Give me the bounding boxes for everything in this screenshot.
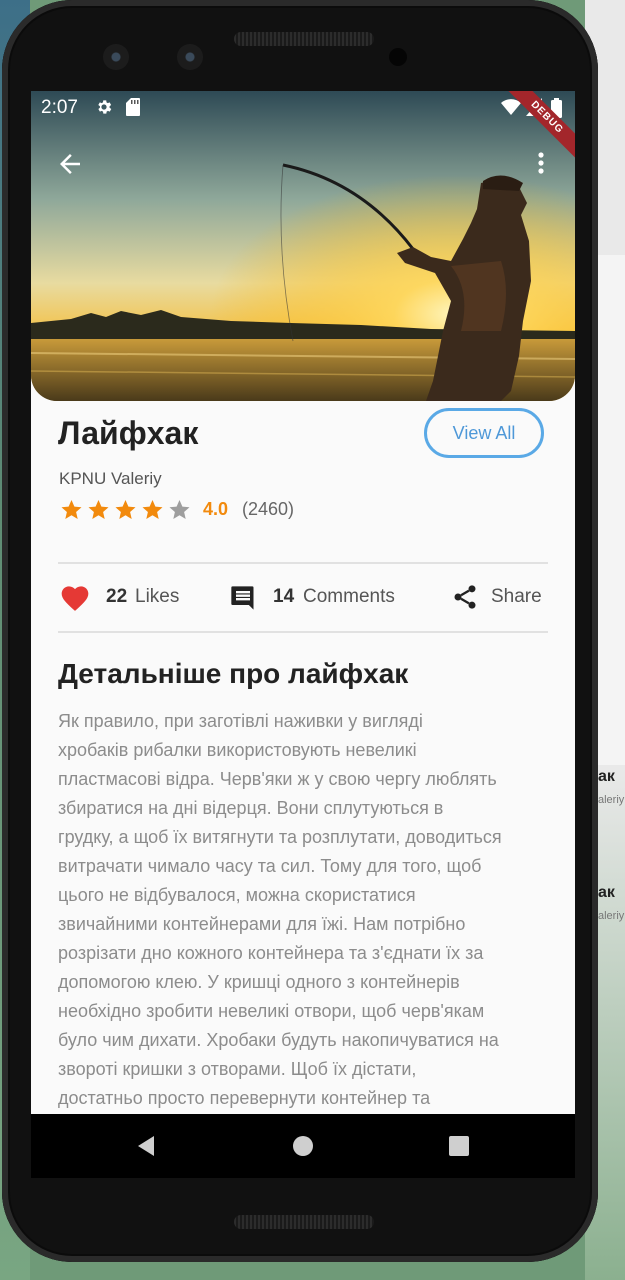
front-camera-icon	[103, 44, 129, 70]
heart-icon	[61, 586, 89, 611]
background-card	[595, 255, 625, 765]
likes-count: 22	[106, 586, 128, 607]
details-line: необхідно зробити невеликі отвори, щоб ч…	[58, 1001, 485, 1021]
status-bar: 2:07 DEBUG	[31, 91, 575, 166]
nav-home-button[interactable]	[283, 1114, 323, 1178]
like-action[interactable]: 22 Likes	[59, 580, 189, 616]
background-title-1: ак	[598, 768, 615, 785]
square-recents-icon	[449, 1136, 469, 1156]
likes-label: Likes	[135, 586, 180, 607]
back-button[interactable]	[55, 149, 85, 179]
circle-home-icon	[293, 1136, 313, 1156]
details-line: звороті кришки з отворами. Щоб їх дістат…	[58, 1059, 417, 1079]
triangle-back-icon	[138, 1136, 154, 1156]
star-empty-icon	[169, 500, 190, 519]
details-line: пластмасові відра. Черв'яки ж у свою чер…	[58, 769, 497, 789]
star-filled-icon	[142, 500, 163, 519]
earpiece-speaker	[234, 32, 374, 46]
share-label: Share	[491, 586, 542, 607]
settings-gear-icon	[95, 98, 113, 121]
comments-label: Comments	[303, 586, 395, 607]
navigation-bar	[31, 1114, 575, 1178]
divider	[58, 631, 548, 633]
background-author-2: aleriy	[598, 910, 625, 922]
view-all-button[interactable]: View All	[424, 408, 544, 458]
divider	[58, 562, 548, 564]
details-body: Як правило, при заготівлі наживки у вигл…	[58, 707, 553, 1113]
app-screen: 2:07 DEBUG Лайфхак View All KPNU Valeriy…	[31, 91, 575, 1114]
post-author: KPNU Valeriy	[59, 469, 162, 488]
rating-value: 4.0	[203, 499, 229, 519]
details-line: витрачати чимало часу та сил. Тому для т…	[58, 856, 482, 876]
nav-back-button[interactable]	[126, 1114, 166, 1178]
star-filled-icon	[88, 500, 109, 519]
background-author-1: aleriy	[598, 794, 625, 806]
arrow-left-icon	[60, 154, 80, 174]
sd-card-icon	[126, 98, 140, 121]
details-line: грудку, а щоб їх витягнути та розплутати…	[58, 827, 502, 847]
details-title: Детальніше про лайфхак	[58, 658, 409, 689]
share-action[interactable]: Share	[451, 580, 551, 616]
post-title: Лайфхак	[58, 415, 199, 451]
star-filled-icon	[115, 500, 136, 519]
details-line: звичайними контейнерами для їжі. Нам пот…	[58, 914, 466, 934]
details-line: Як правило, при заготівлі наживки у вигл…	[58, 711, 423, 731]
nav-recents-button[interactable]	[439, 1114, 479, 1178]
details-line: достатньо просто перевернути контейнер т…	[58, 1088, 431, 1108]
bottom-speaker	[234, 1215, 374, 1229]
details-line: цього не відбувалося, можна скористатися	[58, 885, 416, 905]
proximity-sensor	[389, 48, 407, 66]
fishing-sunset-image	[31, 91, 575, 401]
more-options-button[interactable]	[529, 149, 553, 179]
star-filled-icon	[61, 500, 82, 519]
details-line: допомогою клею. У кришці одного з контей…	[58, 972, 460, 992]
details-line: розрізати дно кожного контейнера та з'єд…	[58, 943, 484, 963]
comments-action[interactable]: 14 Comments	[228, 580, 408, 616]
rating-count: (2460)	[242, 499, 295, 519]
background-title-2: ак	[598, 884, 615, 901]
rating-stars	[59, 498, 194, 522]
status-time: 2:07	[41, 97, 78, 118]
comments-count: 14	[273, 586, 295, 607]
comment-icon	[231, 586, 254, 610]
details-line: хробаків рибалки використовують невеликі	[58, 740, 417, 760]
hero-image	[31, 91, 575, 401]
front-camera-icon	[177, 44, 203, 70]
share-icon	[454, 585, 476, 609]
details-line: було чим дихати. Хробаки будуть накопичу…	[58, 1030, 499, 1050]
more-vert-icon	[538, 152, 544, 174]
details-line: збиратися на дні відерця. Вони сплутують…	[58, 798, 444, 818]
